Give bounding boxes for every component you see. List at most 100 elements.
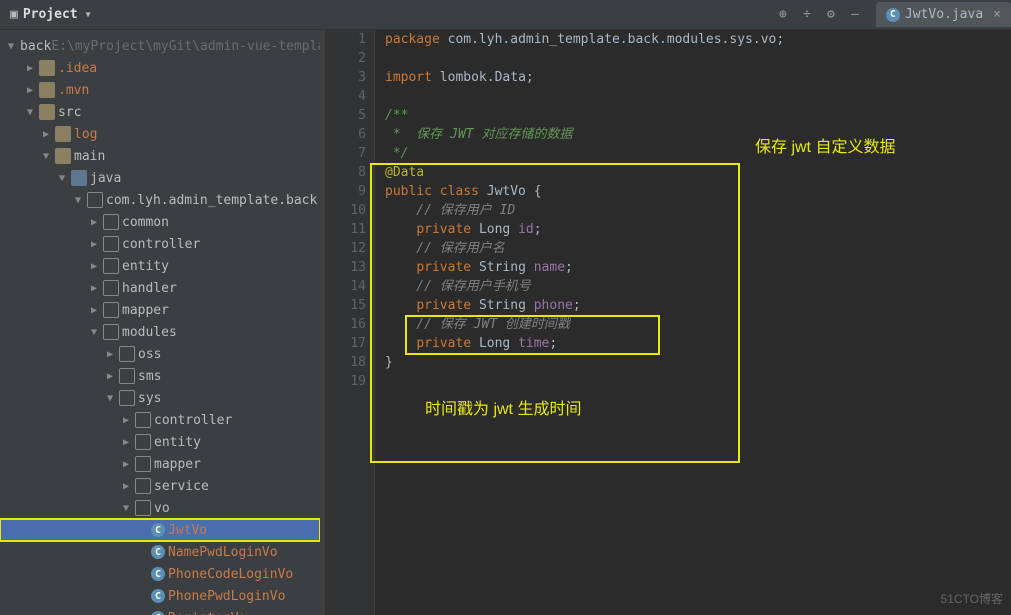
target-icon[interactable]: ⊕ [775,7,791,23]
tree-item-label: PhonePwdLoginVo [168,589,285,604]
tree-item--mvn[interactable]: .mvn [0,79,320,101]
close-icon[interactable]: × [993,7,1001,22]
tree-item-path: E:\myProject\myGit\admin-vue-template\ [51,39,320,54]
tree-item-entity[interactable]: entity [0,255,320,277]
tree-item-src[interactable]: src [0,101,320,123]
code-line[interactable]: import lombok.Data; [385,68,1011,87]
tree-arrow-icon[interactable] [120,503,132,514]
code-line[interactable]: private String phone; [385,296,1011,315]
tree-item-sys[interactable]: sys [0,387,320,409]
code-editor[interactable]: 12345678910111213141516171819 保存 jwt 自定义… [325,30,1011,615]
class-icon: C [151,545,165,559]
code-line[interactable]: private Long id; [385,220,1011,239]
tree-item-mapper[interactable]: mapper [0,299,320,321]
tree-arrow-icon[interactable] [8,41,14,52]
tree-item-vo[interactable]: vo [0,497,320,519]
line-number: 13 [325,258,366,277]
tree-arrow-icon[interactable] [40,129,52,140]
tree-item-handler[interactable]: handler [0,277,320,299]
tree-item-sms[interactable]: sms [0,365,320,387]
code-line[interactable]: private String name; [385,258,1011,277]
tree-arrow-icon[interactable] [120,437,132,448]
tree-arrow-icon[interactable] [24,107,36,118]
tree-item-java[interactable]: java [0,167,320,189]
tree-item-registervo[interactable]: CRegisterVo [0,607,320,615]
sidebar-toolbar: ⊕ ÷ ⚙ — [767,7,871,23]
code-line[interactable]: // 保存用户手机号 [385,277,1011,296]
code-line[interactable]: /** [385,106,1011,125]
project-tool-window-label[interactable]: ▣ Project ▼ [0,7,100,22]
tree-arrow-icon[interactable] [88,261,100,272]
tree-arrow-icon[interactable] [120,459,132,470]
tree-arrow-icon[interactable] [72,195,84,206]
line-number: 3 [325,68,366,87]
tree-item-label: src [58,105,81,120]
tree-arrow-icon[interactable] [40,151,52,162]
project-icon: ▣ [10,7,18,22]
code-line[interactable]: */ [385,144,1011,163]
tree-item-label: back [20,39,51,54]
tree-arrow-icon[interactable] [120,415,132,426]
gear-icon[interactable]: ⚙ [823,7,839,23]
tree-item-controller[interactable]: controller [0,409,320,431]
tree-arrow-icon[interactable] [88,305,100,316]
code-line[interactable]: // 保存用户名 [385,239,1011,258]
code-content[interactable]: 保存 jwt 自定义数据 时间戳为 jwt 生成时间 package com.l… [375,30,1011,615]
code-line[interactable]: public class JwtVo { [385,182,1011,201]
tree-arrow-icon[interactable] [104,349,116,360]
tree-item-oss[interactable]: oss [0,343,320,365]
code-line[interactable]: // 保存用户 ID [385,201,1011,220]
project-tree[interactable]: back E:\myProject\myGit\admin-vue-templa… [0,30,320,615]
tree-arrow-icon[interactable] [88,283,100,294]
line-number: 14 [325,277,366,296]
tree-arrow-icon[interactable] [88,327,100,338]
tree-arrow-icon[interactable] [56,173,68,184]
package-icon [103,302,119,318]
tree-item-entity[interactable]: entity [0,431,320,453]
tree-item-label: JwtVo [168,523,207,538]
expand-icon[interactable]: ÷ [799,7,815,23]
tree-item-jwtvo[interactable]: CJwtVo [0,519,320,541]
code-line[interactable]: } [385,353,1011,372]
tree-item-service[interactable]: service [0,475,320,497]
code-line[interactable] [385,372,1011,391]
package-icon [135,478,151,494]
code-line[interactable]: @Data [385,163,1011,182]
package-icon [103,258,119,274]
class-icon: C [886,8,900,22]
tree-item-mapper[interactable]: mapper [0,453,320,475]
code-line[interactable] [385,87,1011,106]
tree-item-common[interactable]: common [0,211,320,233]
tree-item-phonepwdloginvo[interactable]: CPhonePwdLoginVo [0,585,320,607]
tree-arrow-icon[interactable] [88,239,100,250]
tree-item-back[interactable]: back E:\myProject\myGit\admin-vue-templa… [0,35,320,57]
line-number: 15 [325,296,366,315]
tree-arrow-icon[interactable] [104,371,116,382]
tree-item-log[interactable]: log [0,123,320,145]
tree-item-namepwdloginvo[interactable]: CNamePwdLoginVo [0,541,320,563]
tree-arrow-icon[interactable] [88,217,100,228]
tree-item--idea[interactable]: .idea [0,57,320,79]
tree-item-modules[interactable]: modules [0,321,320,343]
tree-item-main[interactable]: main [0,145,320,167]
tree-arrow-icon[interactable] [24,63,36,74]
tree-item-label: mapper [122,303,169,318]
tree-item-label: main [74,149,105,164]
code-line[interactable]: private Long time; [385,334,1011,353]
code-line[interactable]: // 保存 JWT 创建时间戳 [385,315,1011,334]
collapse-icon[interactable]: — [847,7,863,23]
tree-arrow-icon[interactable] [104,393,116,404]
folder-icon [39,104,55,120]
tree-arrow-icon[interactable] [120,481,132,492]
tab-jwtvo[interactable]: C JwtVo.java × [876,2,1011,27]
class-icon: C [151,523,165,537]
annotation-note2: 时间戳为 jwt 生成时间 [425,395,581,419]
tree-item-com-lyh-admin-template-back[interactable]: com.lyh.admin_template.back [0,189,320,211]
tree-item-phonecodeloginvo[interactable]: CPhoneCodeLoginVo [0,563,320,585]
code-line[interactable]: package com.lyh.admin_template.back.modu… [385,30,1011,49]
tree-item-label: mapper [154,457,201,472]
tree-item-controller[interactable]: controller [0,233,320,255]
code-line[interactable]: * 保存 JWT 对应存储的数据 [385,125,1011,144]
tree-arrow-icon[interactable] [24,85,36,96]
code-line[interactable] [385,49,1011,68]
